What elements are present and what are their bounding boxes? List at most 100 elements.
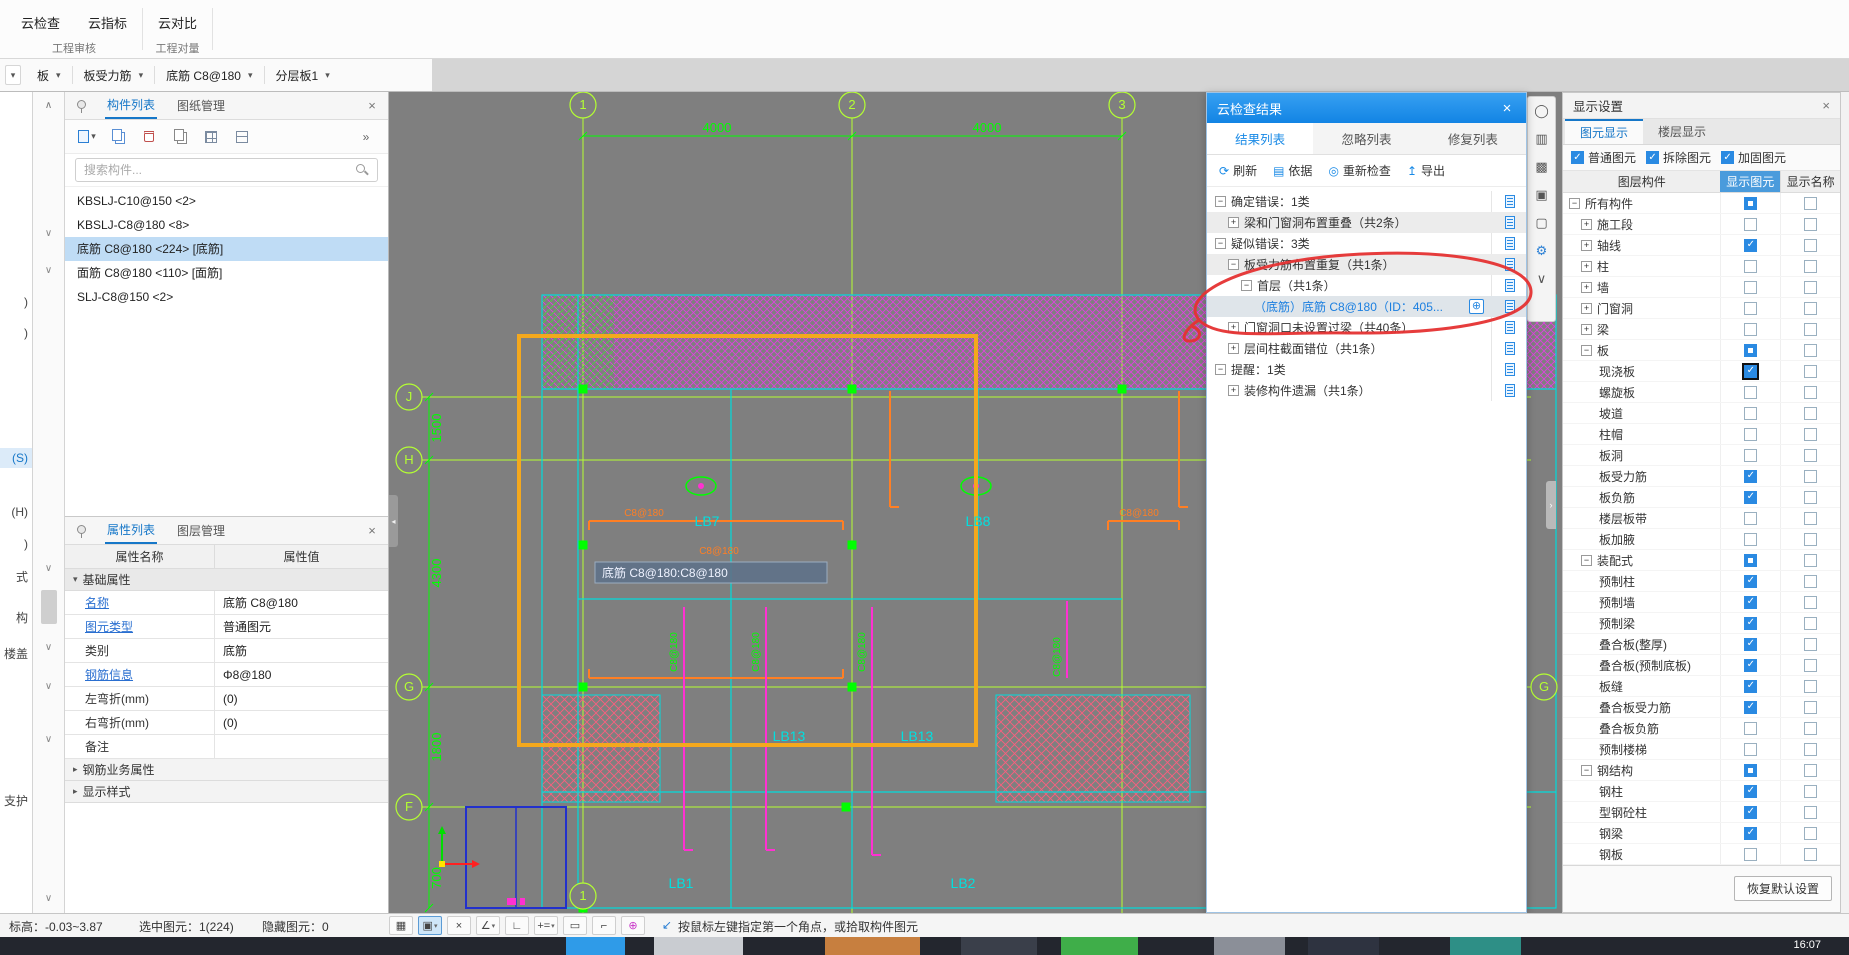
layer-row[interactable]: 板受力筋 <box>1563 466 1840 487</box>
expand-icon[interactable]: + <box>1228 385 1239 396</box>
snap-off-icon[interactable]: × <box>447 916 471 935</box>
tab-layer-management[interactable]: 图层管理 <box>175 517 227 544</box>
layer-row[interactable]: 现浇板 <box>1563 361 1840 382</box>
refresh-button[interactable]: ⟳ 刷新 <box>1219 162 1257 179</box>
chevron-down-icon[interactable]: ∨ <box>33 265 64 276</box>
detail-page-icon[interactable] <box>1505 258 1515 271</box>
filter-checkbox[interactable] <box>1571 151 1584 164</box>
layer-row[interactable]: − 板 <box>1563 340 1840 361</box>
layer-row[interactable]: − 钢结构 <box>1563 760 1840 781</box>
chevron-down-icon[interactable]: ∨ <box>33 893 64 904</box>
show-name-checkbox[interactable] <box>1804 574 1818 588</box>
show-element-checkbox[interactable] <box>1742 362 1760 380</box>
ribbon-button-2-1[interactable]: 云对比 <box>153 10 202 35</box>
show-name-checkbox[interactable] <box>1804 385 1818 399</box>
show-element-checkbox[interactable] <box>1744 721 1758 735</box>
property-value[interactable]: 普通图元 <box>215 615 388 638</box>
show-element-checkbox[interactable] <box>1744 658 1758 672</box>
show-element-checkbox[interactable] <box>1744 637 1758 651</box>
show-element-checkbox[interactable] <box>1744 259 1758 273</box>
layer-row[interactable]: 钢柱 <box>1563 781 1840 802</box>
property-value[interactable] <box>215 735 388 758</box>
collapse-icon[interactable]: − <box>1581 344 1592 356</box>
right-panel-expander[interactable]: › <box>1546 481 1556 529</box>
filter-checkbox[interactable] <box>1646 151 1660 164</box>
pin-icon[interactable] <box>75 99 87 113</box>
show-name-checkbox[interactable] <box>1804 322 1818 336</box>
tab-result-list[interactable]: 结果列表 <box>1207 123 1314 154</box>
fit-window-icon[interactable]: ▥ <box>1533 130 1551 148</box>
show-element-checkbox[interactable] <box>1744 553 1758 567</box>
show-element-checkbox[interactable] <box>1744 511 1758 525</box>
show-element-checkbox[interactable] <box>1744 469 1758 483</box>
layer-row[interactable]: − 所有构件 <box>1563 193 1840 214</box>
collapse-icon[interactable]: − <box>1215 364 1226 375</box>
show-element-checkbox[interactable] <box>1744 847 1758 861</box>
pick-icon[interactable]: ⌐ <box>592 916 616 935</box>
delete-component-button[interactable] <box>137 125 161 149</box>
interlayer-copy-button[interactable] <box>168 125 192 149</box>
property-value[interactable]: 底筋 C8@180 <box>215 591 388 614</box>
check-result-item[interactable]: − 疑似错误：3类 <box>1207 233 1526 254</box>
show-element-checkbox[interactable] <box>1744 238 1758 252</box>
layer-row[interactable]: 预制柱 <box>1563 571 1840 592</box>
cloud-panel-titlebar[interactable]: 云检查结果 × <box>1207 93 1526 123</box>
show-name-checkbox[interactable] <box>1804 343 1818 357</box>
property-section[interactable]: ▸ 显示样式 <box>65 781 388 803</box>
archive-component-button[interactable] <box>199 125 223 149</box>
expand-icon[interactable]: + <box>1581 281 1592 293</box>
show-element-checkbox[interactable] <box>1744 805 1758 819</box>
show-element-checkbox[interactable] <box>1744 280 1758 294</box>
show-element-checkbox[interactable] <box>1744 679 1758 693</box>
component-view-button[interactable] <box>230 125 254 149</box>
taskbar-app-thumbnail[interactable] <box>1061 937 1138 955</box>
layer-row[interactable]: 叠合板(整厚) <box>1563 634 1840 655</box>
collapse-icon[interactable]: − <box>1241 280 1252 291</box>
layer-row[interactable]: 钢梁 <box>1563 823 1840 844</box>
recheck-button[interactable]: ◎ 重新检查 <box>1328 162 1391 179</box>
component-list-item[interactable]: KBSLJ-C10@150 <2> <box>65 189 388 213</box>
check-result-item[interactable]: + 梁和门窗洞布置重叠（共2条） <box>1207 212 1526 233</box>
search-input[interactable] <box>84 160 352 180</box>
show-element-checkbox[interactable] <box>1744 826 1758 840</box>
show-name-checkbox[interactable] <box>1804 301 1818 315</box>
check-result-item[interactable]: − 确定错误：1类 <box>1207 191 1526 212</box>
show-name-checkbox[interactable] <box>1804 700 1818 714</box>
snap-mode-icon[interactable]: ▣ ▾ <box>418 916 442 935</box>
tab-property-list[interactable]: 属性列表 <box>105 517 158 544</box>
tab-fix-list[interactable]: 修复列表 <box>1420 123 1526 154</box>
layer-row[interactable]: + 墙 <box>1563 277 1840 298</box>
window-select-icon[interactable]: ▭ <box>563 916 587 935</box>
expand-icon[interactable]: + <box>1228 322 1239 333</box>
detail-page-icon[interactable] <box>1505 300 1515 313</box>
copy-component-button[interactable] <box>106 125 130 149</box>
pin-icon[interactable] <box>75 524 87 538</box>
show-name-checkbox[interactable] <box>1804 469 1818 483</box>
collapse-icon[interactable]: − <box>1569 197 1580 209</box>
layer-row[interactable]: − 装配式 <box>1563 550 1840 571</box>
show-element-checkbox[interactable] <box>1744 763 1758 777</box>
show-element-checkbox[interactable] <box>1744 448 1758 462</box>
layer-row[interactable]: 预制梁 <box>1563 613 1840 634</box>
check-result-item[interactable]: + 门窗洞口未设置过梁（共40条） <box>1207 317 1526 338</box>
nav-rail-item[interactable]: 构 <box>0 608 32 628</box>
layer-row[interactable]: 叠合板受力筋 <box>1563 697 1840 718</box>
element-filter[interactable]: 拆除图元 <box>1646 149 1711 166</box>
close-icon[interactable]: × <box>1822 98 1830 113</box>
iso-view-icon[interactable]: ▩ <box>1533 158 1551 176</box>
detail-page-icon[interactable] <box>1505 279 1515 292</box>
show-name-checkbox[interactable] <box>1804 196 1818 210</box>
layer-row[interactable]: + 柱 <box>1563 256 1840 277</box>
component-list-item[interactable]: SLJ-C8@150 <2> <box>65 285 388 309</box>
layer-row[interactable]: 预制墙 <box>1563 592 1840 613</box>
layer-row[interactable]: 板洞 <box>1563 445 1840 466</box>
chevron-down-icon[interactable]: ∨ <box>33 228 64 239</box>
column-show-name[interactable]: 显示名称 <box>1780 171 1840 192</box>
show-element-checkbox[interactable] <box>1744 343 1758 357</box>
element-type-combo-3[interactable]: 底筋 C8@180 ▾ <box>155 62 263 88</box>
orbit-icon[interactable]: ◯ <box>1533 102 1551 120</box>
expand-icon[interactable]: + <box>1581 218 1592 230</box>
show-element-checkbox[interactable] <box>1744 322 1758 336</box>
tab-element-display[interactable]: 图元显示 <box>1565 119 1643 144</box>
show-name-checkbox[interactable] <box>1804 448 1818 462</box>
